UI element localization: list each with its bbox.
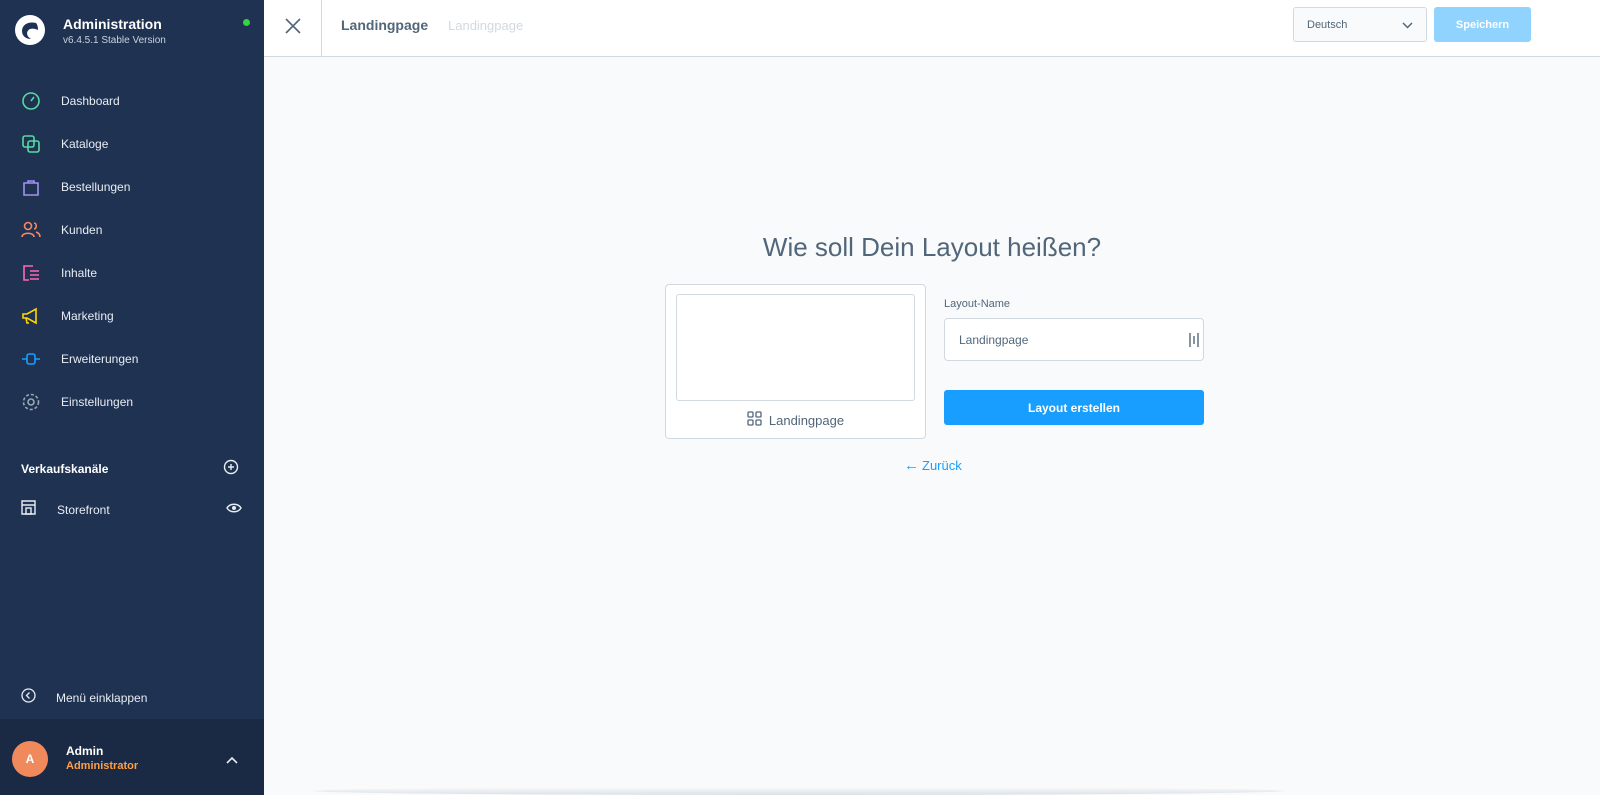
- close-button[interactable]: [264, 0, 322, 56]
- layout-name-field[interactable]: [944, 318, 1204, 361]
- sales-channels-title: Verkaufskanäle: [21, 462, 109, 476]
- content-icon: [20, 262, 42, 284]
- storefront-icon: [20, 499, 37, 521]
- sidebar-item-bestellungen[interactable]: Bestellungen: [0, 165, 264, 208]
- sidebar-item-label: Dashboard: [61, 93, 120, 108]
- brand[interactable]: Administration v6.4.5.1 Stable Version: [14, 12, 250, 52]
- chevron-down-icon: [1402, 20, 1413, 32]
- shopware-logo-icon: [15, 15, 45, 45]
- collapse-menu-label: Menü einklappen: [56, 691, 148, 705]
- chevron-left-circle-icon: [21, 688, 36, 708]
- sales-channel-storefront[interactable]: Storefront: [20, 499, 242, 521]
- sidebar-item-label: Kunden: [61, 222, 103, 237]
- layout-type-text: Landingpage: [768, 412, 845, 428]
- sales-channels-header: Verkaufskanäle: [21, 458, 239, 480]
- sidebar-item-einstellungen[interactable]: Einstellungen: [0, 380, 264, 423]
- page-title: Landingpage: [341, 17, 429, 33]
- close-icon: [284, 17, 302, 40]
- chevron-up-icon[interactable]: [226, 751, 238, 769]
- brand-version: v6.4.5.1 Stable Version: [63, 35, 166, 46]
- save-button[interactable]: Speichern: [1434, 7, 1531, 42]
- layout-type-label: Landingpage: [666, 411, 925, 429]
- users-icon: [20, 219, 42, 241]
- sidebar: Administration v6.4.5.1 Stable Version D…: [0, 0, 264, 795]
- sidebar-item-kunden[interactable]: Kunden: [0, 208, 264, 251]
- bottom-shadow: [314, 787, 1284, 795]
- main-navigation: Dashboard Kataloge Bestellungen Kunden I…: [0, 79, 264, 423]
- sidebar-item-label: Bestellungen: [61, 179, 131, 194]
- sidebar-item-inhalte[interactable]: Inhalte: [0, 251, 264, 294]
- add-sales-channel-icon[interactable]: [223, 459, 239, 480]
- user-name: Admin: [66, 744, 104, 758]
- page-subtitle: Landingpage: [448, 18, 524, 33]
- language-select[interactable]: Deutsch: [1293, 7, 1427, 42]
- status-indicator: [243, 19, 250, 26]
- avatar: A: [12, 741, 48, 777]
- create-layout-button[interactable]: Layout erstellen: [944, 390, 1204, 425]
- plug-icon: [20, 348, 42, 370]
- brand-title: Administration: [63, 16, 162, 32]
- sidebar-item-label: Marketing: [61, 308, 114, 323]
- user-role: Administrator: [66, 760, 139, 772]
- back-link-label: Zurück: [922, 458, 962, 473]
- gauge-icon: [20, 90, 42, 112]
- layout-preview-thumbnail: [676, 294, 915, 401]
- sidebar-item-label: Erweiterungen: [61, 351, 139, 366]
- sidebar-item-dashboard[interactable]: Dashboard: [0, 79, 264, 122]
- sidebar-item-label: Einstellungen: [61, 394, 134, 409]
- layout-preview-card: Landingpage: [665, 284, 926, 439]
- layout-grid-icon: [747, 411, 762, 429]
- sales-channel-label: Storefront: [57, 503, 110, 517]
- translation-icon[interactable]: [1188, 332, 1200, 353]
- shopping-bag-icon: [20, 176, 42, 198]
- eye-icon[interactable]: [226, 501, 242, 519]
- sidebar-item-erweiterungen[interactable]: Erweiterungen: [0, 337, 264, 380]
- back-link[interactable]: ← Zurück: [904, 457, 962, 474]
- catalog-icon: [20, 133, 42, 155]
- top-bar: Landingpage Landingpage Deutsch Speicher…: [264, 0, 1600, 57]
- layout-name-input[interactable]: [959, 319, 1179, 360]
- sidebar-item-kataloge[interactable]: Kataloge: [0, 122, 264, 165]
- sidebar-item-label: Kataloge: [61, 136, 109, 151]
- collapse-menu-button[interactable]: Menü einklappen: [21, 688, 147, 708]
- gear-icon: [20, 391, 42, 413]
- wizard-heading: Wie soll Dein Layout heißen?: [762, 232, 1102, 262]
- user-menu[interactable]: A Admin Administrator: [0, 719, 264, 795]
- language-select-value: Deutsch: [1307, 18, 1348, 31]
- megaphone-icon: [20, 305, 42, 327]
- layout-name-label: Layout-Name: [944, 298, 1011, 310]
- arrow-left-icon: ←: [904, 457, 919, 474]
- sidebar-item-marketing[interactable]: Marketing: [0, 294, 264, 337]
- sidebar-item-label: Inhalte: [61, 265, 98, 280]
